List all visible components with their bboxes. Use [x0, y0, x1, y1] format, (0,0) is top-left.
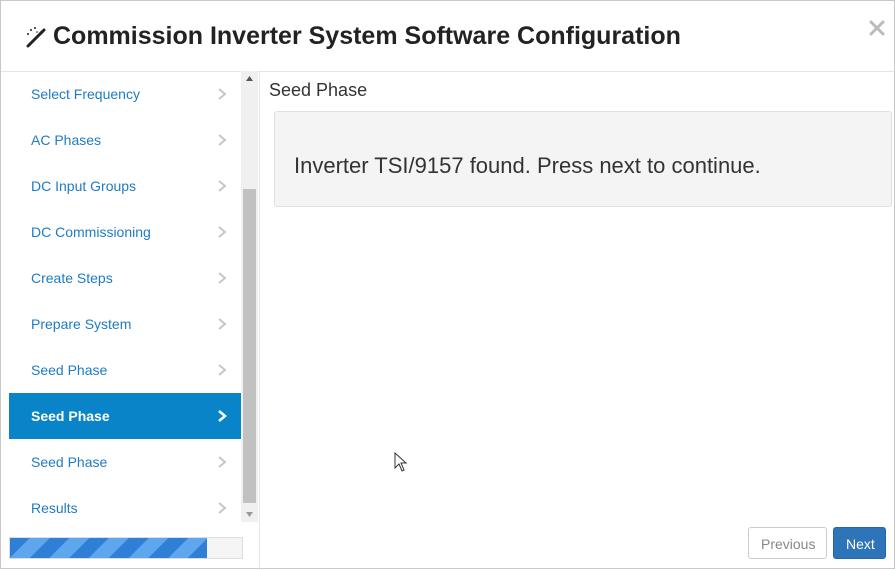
sidebar-item[interactable]: DC Commissioning — [9, 209, 241, 255]
steps-sidebar: Select Frequency AC Phases DC Input Groups… — [9, 71, 241, 522]
next-button[interactable]: Next — [833, 527, 886, 559]
sidebar-item-label: Prepare System — [31, 316, 132, 332]
step-title: Seed Phase — [269, 80, 368, 100]
sidebar-item-label: DC Input Groups — [31, 178, 137, 194]
progress-fill — [10, 538, 208, 558]
chevron-right-icon — [218, 226, 227, 238]
dialog-header: Commission Inverter System Software Conf… — [1, 1, 894, 72]
sidebar-item-label: Results — [31, 500, 78, 516]
dialog-title-text: Commission Inverter System Software Conf… — [53, 22, 681, 50]
status-message: Inverter TSI/9157 found. Press next to c… — [294, 153, 761, 178]
chevron-right-icon — [218, 318, 227, 330]
sidebar-item[interactable]: DC Input Groups — [9, 163, 241, 209]
scroll-down-arrow-icon[interactable] — [241, 506, 258, 522]
scroll-thumb[interactable] — [243, 189, 256, 503]
chevron-right-icon — [218, 88, 227, 100]
sidebar-item-label: Seed Phase — [31, 362, 108, 378]
dialog-title: Commission Inverter System Software Conf… — [25, 22, 681, 51]
progress-bar — [9, 537, 243, 559]
chevron-right-icon — [218, 180, 227, 192]
sidebar-item[interactable]: Create Steps — [9, 255, 241, 301]
sidebar-item-label: Seed Phase — [31, 454, 108, 470]
sidebar-item-label: Seed Phase — [31, 408, 110, 424]
sidebar-item[interactable]: Seed Phase — [9, 347, 241, 393]
sidebar-item[interactable]: Seed Phase — [9, 439, 241, 485]
scroll-up-arrow-icon[interactable] — [241, 71, 258, 87]
sidebar-item-label: Create Steps — [31, 270, 113, 286]
message-panel: Inverter TSI/9157 found. Press next to c… — [274, 111, 892, 207]
sidebar-item-label: DC Commissioning — [31, 224, 151, 240]
chevron-right-icon — [218, 272, 227, 284]
divider — [259, 71, 260, 570]
chevron-right-icon — [218, 134, 227, 146]
sidebar-item[interactable]: AC Phases — [9, 117, 241, 163]
sidebar-item[interactable]: Select Frequency — [9, 71, 241, 117]
sidebar-item[interactable]: Seed Phase — [9, 393, 241, 439]
chevron-right-icon — [218, 410, 227, 422]
close-icon[interactable] — [866, 17, 888, 39]
chevron-right-icon — [218, 456, 227, 468]
magic-wand-icon — [26, 26, 46, 47]
previous-button[interactable]: Previous — [748, 527, 827, 559]
chevron-right-icon — [218, 364, 227, 376]
sidebar-item-label: Select Frequency — [31, 86, 140, 102]
chevron-right-icon — [218, 502, 227, 514]
sidebar-item-label: AC Phases — [31, 132, 102, 148]
sidebar-item[interactable]: Prepare System — [9, 301, 241, 347]
mouse-pointer-icon — [394, 452, 408, 472]
sidebar-scrollbar[interactable] — [241, 71, 258, 522]
wizard-dialog: Commission Inverter System Software Conf… — [0, 0, 895, 570]
sidebar-item[interactable]: Results — [9, 485, 241, 522]
